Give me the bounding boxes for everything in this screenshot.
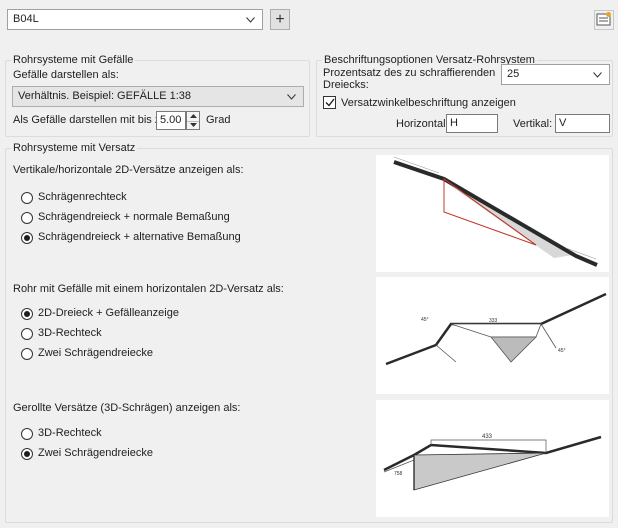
style-settings-icon [596, 11, 612, 30]
gradient-max-label: Als Gefälle darstellen mit bis zu: [13, 114, 170, 126]
preview-horizontal-offset: 333 45° 45° [376, 277, 609, 394]
radio-3d-rechteck[interactable]: 3D-Rechteck [21, 327, 102, 340]
radio-button [21, 191, 33, 204]
plus-icon: + [275, 10, 285, 28]
radio-label: Zwei Schrägendreiecke [38, 347, 153, 359]
preview-rolled-offset: 433 758 [376, 400, 609, 517]
style-settings-button[interactable] [594, 10, 614, 30]
section2-heading: Rohr mit Gefälle mit einem horizontalen … [13, 283, 284, 295]
vertical-input[interactable]: V [555, 114, 610, 133]
radio-label: Zwei Schrägendreiecke [38, 447, 153, 459]
style-combo[interactable]: B04L [7, 9, 263, 30]
section1-heading: Vertikale/horizontale 2D-Versätze anzeig… [13, 164, 244, 176]
radio-rolled-3d-rechteck[interactable]: 3D-Rechteck [21, 427, 102, 440]
preview-vertical-offset [376, 155, 609, 272]
preview3-dim-top: 433 [482, 434, 493, 440]
hatch-percent-value: 25 [507, 68, 520, 80]
vertical-label: Vertikal: [513, 118, 553, 130]
radio-label: Schrägendreieck + alternative Bemaßung [38, 231, 241, 243]
preview-horizontal-offset-drawing: 333 45° 45° [385, 292, 607, 366]
radio-zwei-schraegendreiecke[interactable]: Zwei Schrägendreiecke [21, 347, 153, 360]
horizontal-input[interactable]: H [446, 114, 498, 133]
horizontal-label: Horizontal: [396, 118, 449, 130]
radio-label: 3D-Rechteck [38, 427, 102, 439]
chevron-down-icon [285, 87, 297, 106]
hatch-label-line2: Dreiecks: [323, 79, 369, 91]
preview-rolled-offset-drawing: 433 758 [383, 434, 602, 491]
preview2-angle-right: 45° [558, 348, 566, 354]
radio-label: Schrägenrechteck [38, 191, 127, 203]
radio-button [21, 427, 33, 440]
radio-schraegendreieck-normal[interactable]: Schrägendreieck + normale Bemaßung [21, 211, 230, 224]
gradient-display-label: Gefälle darstellen als: [13, 69, 119, 81]
section3-heading: Gerollte Versätze (3D-Schrägen) anzeigen… [13, 402, 241, 414]
radio-label: 3D-Rechteck [38, 327, 102, 339]
angle-label-text: Versatzwinkelbeschriftung anzeigen [341, 96, 516, 109]
radio-label: Schrägendreieck + normale Bemaßung [38, 211, 230, 223]
preview2-dim-top: 333 [489, 318, 498, 324]
radio-schraegenrechteck[interactable]: Schrägenrechteck [21, 191, 127, 204]
offset-group-title: Rohrsysteme mit Versatz [11, 142, 138, 154]
radio-button [21, 347, 33, 360]
radio-label: 2D-Dreieck + Gefälleanzeige [38, 307, 179, 319]
preview3-dim-side: 758 [394, 471, 403, 477]
gradient-max-input[interactable]: 5.00 [156, 111, 186, 130]
chevron-down-icon [244, 10, 256, 29]
preview-vertical-offset-drawing [393, 156, 598, 267]
spin-up-icon[interactable] [187, 112, 199, 121]
radio-button [21, 211, 33, 224]
radio-button-selected [21, 307, 33, 320]
radio-2d-dreieck[interactable]: 2D-Dreieck + Gefälleanzeige [21, 307, 179, 320]
hatch-percent-combo[interactable]: 25 [501, 64, 610, 85]
add-button[interactable]: + [270, 9, 290, 30]
radio-button [21, 327, 33, 340]
gradient-display-value: Verhältnis. Beispiel: GEFÄLLE 1:38 [18, 90, 192, 102]
spin-down-icon[interactable] [187, 120, 199, 130]
radio-rolled-zwei-schraegendreiecke[interactable]: Zwei Schrägendreiecke [21, 447, 153, 460]
style-combo-value: B04L [13, 13, 39, 25]
gradient-max-unit: Grad [206, 114, 231, 126]
gradient-max-spinner[interactable] [186, 111, 200, 130]
angle-label-checkbox[interactable]: Versatzwinkelbeschriftung anzeigen [323, 96, 516, 109]
radio-schraegendreieck-alternativ[interactable]: Schrägendreieck + alternative Bemaßung [21, 231, 241, 244]
preview2-angle-left: 45° [421, 317, 429, 323]
gradient-group-title: Rohrsysteme mit Gefälle [11, 54, 136, 66]
checkmark-icon [323, 96, 336, 109]
gradient-display-combo[interactable]: Verhältnis. Beispiel: GEFÄLLE 1:38 [12, 86, 304, 107]
radio-button-selected [21, 447, 33, 460]
radio-button-selected [21, 231, 33, 244]
chevron-down-icon [591, 65, 603, 84]
